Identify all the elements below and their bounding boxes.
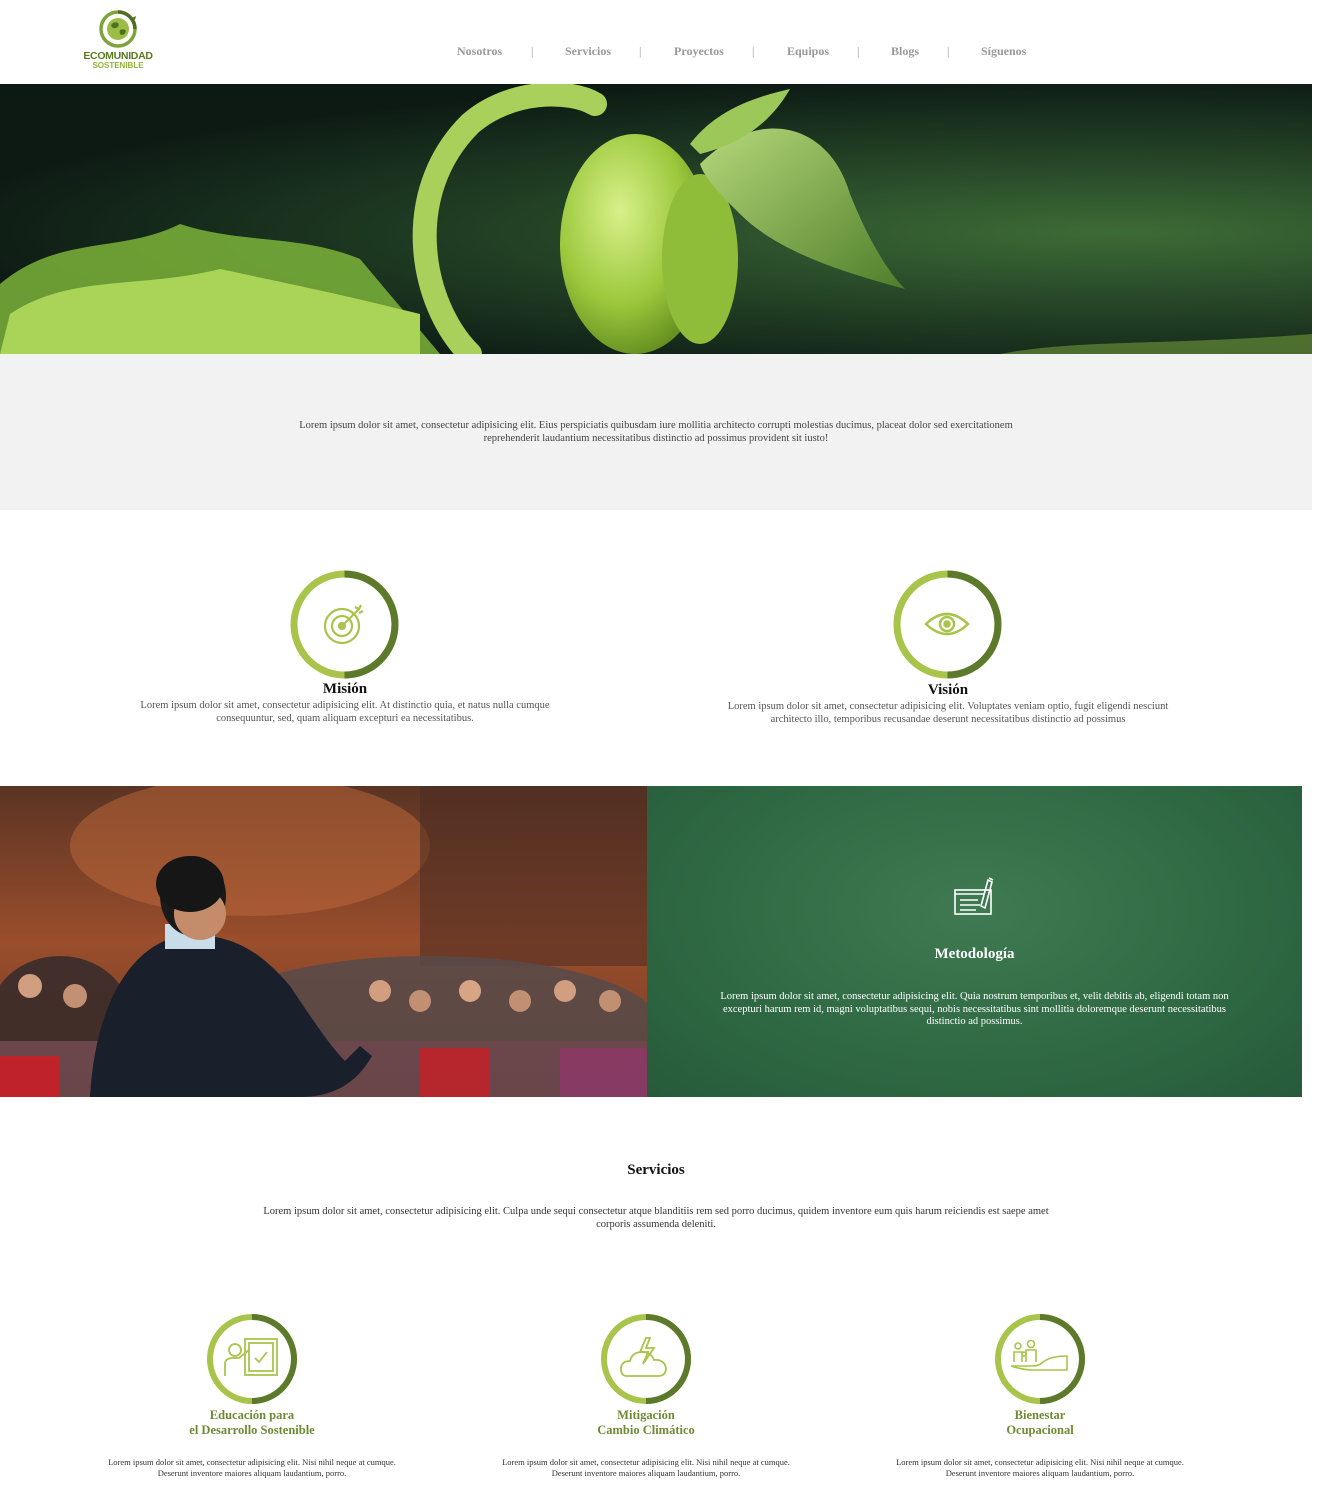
nav-equipos[interactable]: Equipos [787,44,829,59]
globe-logo-icon [99,10,137,48]
service-climate-text: Lorem ipsum dolor sit amet, consectetur … [502,1457,790,1478]
service-education-text: Lorem ipsum dolor sit amet, consectetur … [108,1457,396,1478]
service-climate-title-line2: Cambio Climático [597,1423,695,1437]
conference-photo [0,786,647,1097]
intro-paragraph: Lorem ipsum dolor sit amet, consectetur … [299,420,1013,444]
nav-separator: | [639,44,642,58]
site-header: ECOMUNIDAD SOSTENIBLE Nosotros | Servici… [0,0,1318,84]
services-title: Servicios [627,1162,685,1178]
service-climate-ring[interactable] [599,1312,693,1406]
service-wellbeing-title-line2: Ocupacional [1006,1423,1074,1437]
nav-separator: | [857,44,860,58]
mission-ring [290,570,399,679]
site-logo[interactable]: ECOMUNIDAD SOSTENIBLE [82,10,154,72]
nav-servicios[interactable]: Servicios [565,44,611,59]
intro-section: Lorem ipsum dolor sit amet, consectetur … [0,354,1312,510]
service-education-title-line2: el Desarrollo Sostenible [189,1423,315,1437]
storm-cloud-icon [620,1337,667,1377]
service-education-title[interactable]: Educación para el Desarrollo Sostenible [122,1408,382,1438]
mission-text: Lorem ipsum dolor sit amet, consectetur … [140,700,550,724]
nav-separator: | [531,44,534,58]
methodology-panel: Metodología Lorem ipsum dolor sit amet, … [647,786,1302,1097]
services-intro-text: Lorem ipsum dolor sit amet, consectetur … [263,1206,1049,1230]
service-wellbeing-text: Lorem ipsum dolor sit amet, consectetur … [896,1457,1184,1478]
speaker-audience-illustration [0,786,647,1097]
service-education-ring[interactable] [205,1312,299,1406]
nav-blogs[interactable]: Blogs [891,44,919,59]
writing-pad-icon [954,877,994,915]
nav-separator: | [752,44,755,58]
nav-siguenos[interactable]: Síguenos [981,44,1026,59]
vision-text: Lorem ipsum dolor sit amet, consectetur … [727,701,1169,725]
service-climate-title-line1: Mitigación [617,1408,675,1422]
logo-wordmark-line2: SOSTENIBLE [92,61,144,70]
teacher-board-icon [224,1338,278,1376]
target-icon [323,604,364,645]
methodology-text: Lorem ipsum dolor sit amet, consectetur … [720,991,1229,1027]
eye-icon [924,612,970,636]
vision-ring [893,570,1002,679]
service-climate-title[interactable]: Mitigación Cambio Climático [516,1408,776,1438]
family-hand-icon [1010,1339,1068,1371]
nav-nosotros[interactable]: Nosotros [457,44,502,59]
service-wellbeing-title-line1: Bienestar [1014,1408,1066,1422]
service-wellbeing-ring[interactable] [993,1312,1087,1406]
mission-title: Misión [322,681,368,697]
sprout-illustration [0,84,1312,354]
service-wellbeing-title[interactable]: Bienestar Ocupacional [910,1408,1170,1438]
service-education-title-line1: Educación para [209,1408,295,1422]
methodology-title: Metodología [934,946,1015,962]
vision-title: Visión [927,682,969,698]
nav-proyectos[interactable]: Proyectos [674,44,724,59]
nav-separator: | [947,44,950,58]
hero-banner-image [0,84,1312,354]
